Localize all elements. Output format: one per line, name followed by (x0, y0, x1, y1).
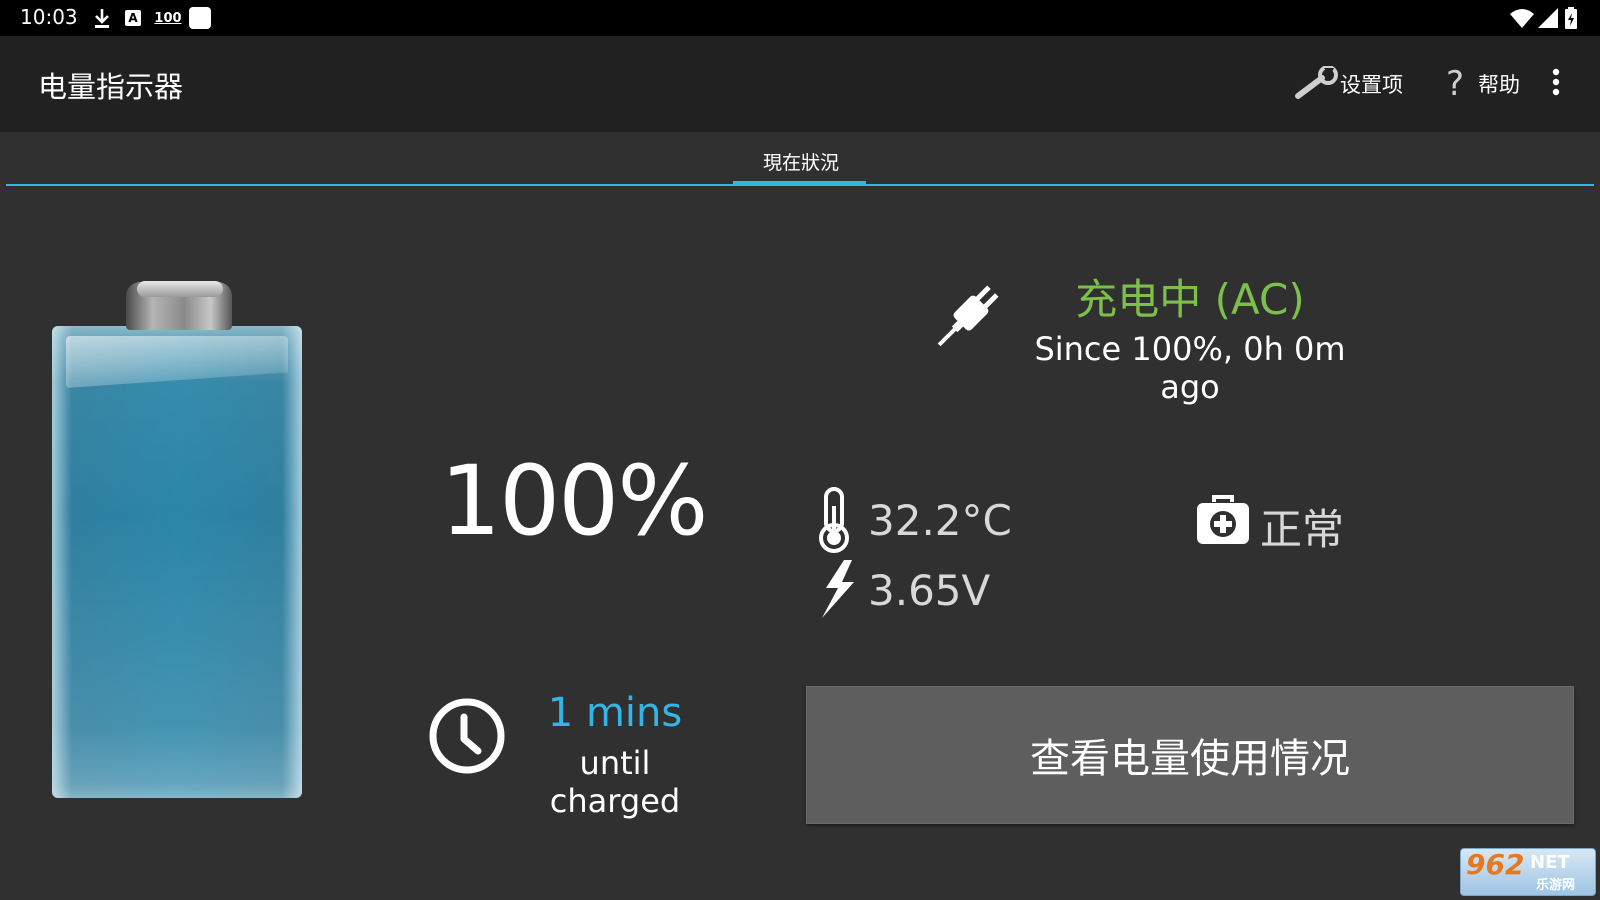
time-remaining-label: until charged (549, 744, 681, 820)
battery-icon (1564, 6, 1578, 30)
battery-terminal-top (137, 281, 223, 297)
settings-label: 设置项 (1340, 73, 1403, 97)
charging-status: 充电中 (AC) (1075, 275, 1305, 324)
a-badge: A (125, 10, 141, 26)
more-vertical-icon (1552, 68, 1560, 101)
settings-action[interactable]: 设置项 (1294, 64, 1403, 104)
charging-since: Since 100%, 0h 0m ago (1034, 330, 1346, 406)
watermark-number: 962 (1466, 848, 1525, 881)
first-aid-kit-icon (1195, 494, 1251, 546)
wifi-icon (1510, 6, 1534, 30)
plug-icon (926, 278, 1006, 358)
battery-percent: 100% (440, 445, 708, 557)
wrench-icon (1294, 65, 1340, 102)
download-icon (92, 6, 112, 30)
app-title: 电量指示器 (38, 70, 184, 104)
square-notification-icon (188, 6, 212, 30)
a-notification-icon: A (124, 6, 142, 30)
time-remaining-value: 1 mins (547, 690, 683, 736)
tab-current-status[interactable]: 現在狀況 (735, 148, 867, 175)
question-icon: ? (1445, 64, 1465, 104)
watermark-site-name: 乐游网 (1536, 878, 1576, 893)
status-time: 10:03 (20, 5, 78, 29)
watermark-net: NET (1530, 852, 1570, 873)
tab-selected-indicator (733, 181, 866, 185)
overflow-menu-button[interactable] (1546, 64, 1566, 104)
view-battery-usage-button[interactable]: 查看电量使用情况 (806, 686, 1574, 824)
health-status: 正常 (1260, 505, 1345, 554)
clock-icon (428, 697, 506, 775)
temperature-value: 32.2°C (868, 496, 1012, 545)
cell-signal-icon (1538, 6, 1558, 30)
help-action[interactable]: ? 帮助 (1438, 64, 1520, 104)
thermometer-icon (814, 486, 854, 554)
voltage-value: 3.65V (868, 566, 991, 615)
signal-100-icon: 100 (154, 10, 182, 26)
lightning-bolt-icon (818, 560, 858, 618)
help-label: 帮助 (1478, 73, 1520, 97)
battery-level-fill (52, 326, 302, 798)
status-bar (0, 0, 1600, 36)
